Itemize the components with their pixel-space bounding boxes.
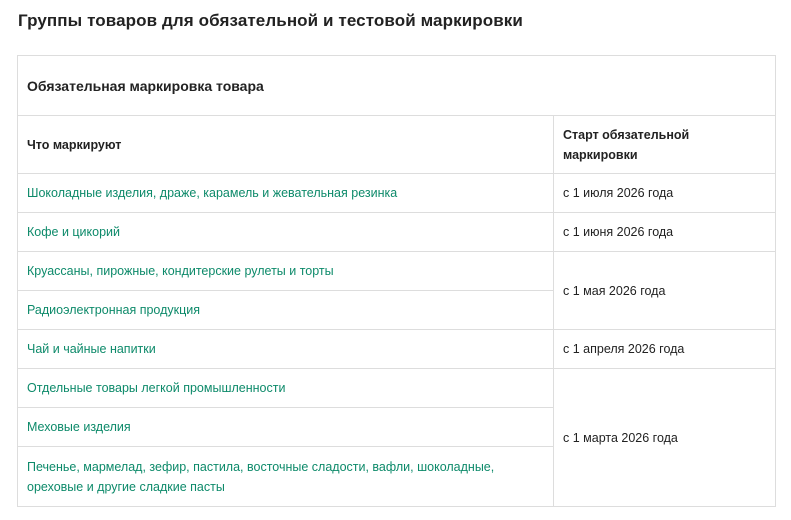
product-link-tea[interactable]: Чай и чайные напитки xyxy=(27,342,156,356)
start-date-cell: с 1 марта 2026 года xyxy=(553,368,776,507)
product-cell: Чай и чайные напитки xyxy=(17,329,554,369)
table-row: Чай и чайные напитки с 1 апреля 2026 год… xyxy=(17,329,776,369)
marking-table: Обязательная маркировка товара Что марки… xyxy=(17,55,776,507)
product-link-cookies[interactable]: Печенье, мармелад, зефир, пастила, восто… xyxy=(27,460,494,494)
product-link-fur[interactable]: Меховые изделия xyxy=(27,420,131,434)
section-title: Обязательная маркировка товара xyxy=(17,55,776,116)
start-date-cell: с 1 июня 2026 года xyxy=(553,212,776,252)
product-link-coffee[interactable]: Кофе и цикорий xyxy=(27,225,120,239)
product-cell: Радиоэлектронная продукция xyxy=(17,290,554,330)
column-header-product: Что маркируют xyxy=(17,115,554,174)
table-row: Отдельные товары легкой промышленности с… xyxy=(17,368,776,507)
product-cell: Отдельные товары легкой промышленности xyxy=(17,368,554,408)
table-row: Шоколадные изделия, драже, карамель и же… xyxy=(17,173,776,213)
product-cell: Круассаны, пирожные, кондитерские рулеты… xyxy=(17,251,554,291)
start-date-cell: с 1 апреля 2026 года xyxy=(553,329,776,369)
product-link-light-industry[interactable]: Отдельные товары легкой промышленности xyxy=(27,381,285,395)
page-title: Группы товаров для обязательной и тестов… xyxy=(18,11,523,30)
column-header-row: Что маркируют Старт обязательной маркиро… xyxy=(17,115,776,174)
table-row: Кофе и цикорий с 1 июня 2026 года xyxy=(17,212,776,252)
product-link-chocolate[interactable]: Шоколадные изделия, драже, карамель и же… xyxy=(27,186,397,200)
start-date-cell: с 1 июля 2026 года xyxy=(553,173,776,213)
start-date-cell: с 1 мая 2026 года xyxy=(553,251,776,330)
product-link-radioelectronics[interactable]: Радиоэлектронная продукция xyxy=(27,303,200,317)
product-cell: Шоколадные изделия, драже, карамель и же… xyxy=(17,173,554,213)
table-row: Круассаны, пирожные, кондитерские рулеты… xyxy=(17,251,776,330)
column-header-start: Старт обязательной маркировки xyxy=(553,115,776,174)
product-cell: Печенье, мармелад, зефир, пастила, восто… xyxy=(17,446,554,507)
product-cell: Меховые изделия xyxy=(17,407,554,447)
section-header-row: Обязательная маркировка товара xyxy=(17,55,776,116)
product-cell: Кофе и цикорий xyxy=(17,212,554,252)
product-link-croissants[interactable]: Круассаны, пирожные, кондитерские рулеты… xyxy=(27,264,334,278)
